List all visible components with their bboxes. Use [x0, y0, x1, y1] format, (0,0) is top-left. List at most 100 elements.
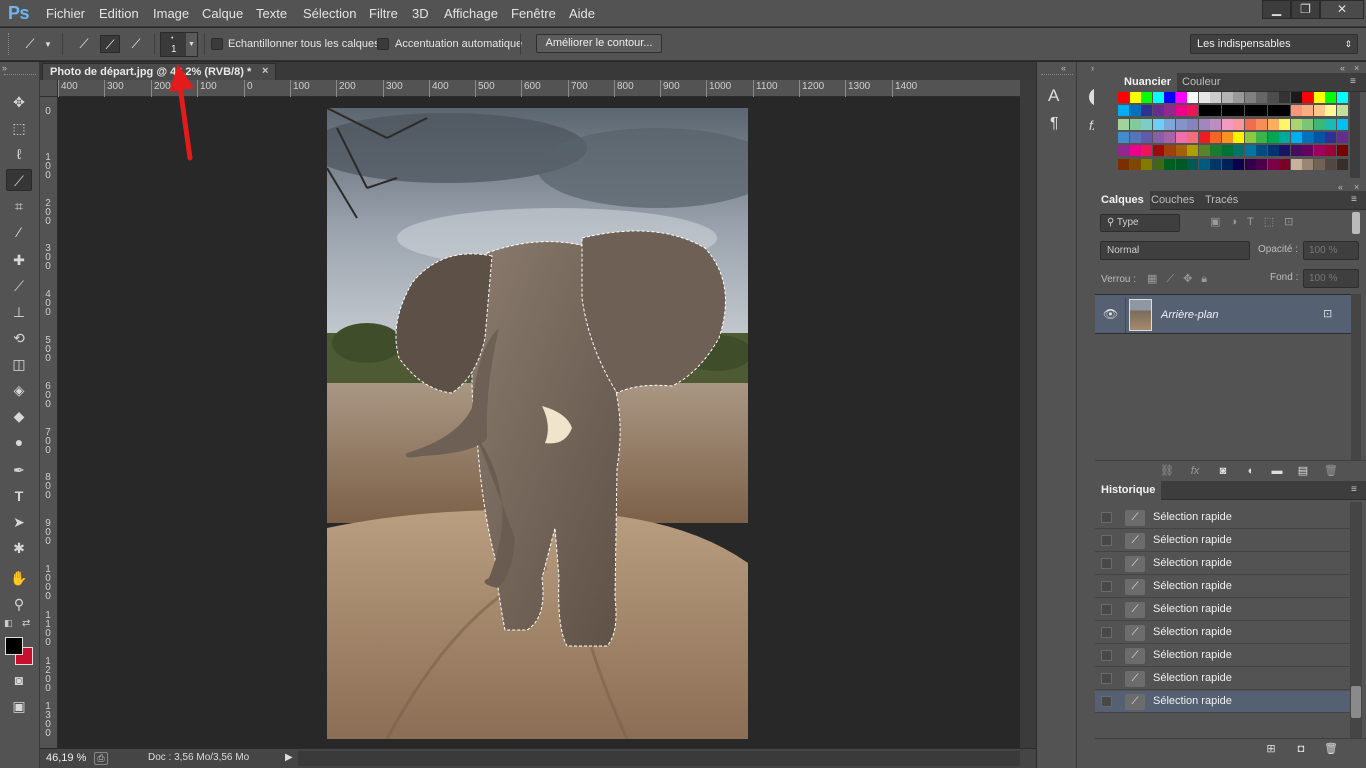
history-brush-tool-icon[interactable]: ⟲: [6, 327, 32, 349]
color-swatch[interactable]: [1313, 92, 1325, 103]
color-swatch[interactable]: [1290, 145, 1302, 157]
menu-selection[interactable]: Sélection: [303, 6, 356, 21]
color-swatch[interactable]: [1221, 145, 1233, 157]
eraser-tool-icon[interactable]: ◫: [6, 353, 32, 375]
close-tab-icon[interactable]: ×: [262, 65, 268, 77]
color-swatch[interactable]: [1175, 158, 1187, 170]
default-colors-icon[interactable]: ◧: [4, 618, 13, 629]
color-swatch[interactable]: [1233, 158, 1244, 170]
color-swatch[interactable]: [1210, 105, 1221, 117]
history-scroll-thumb[interactable]: [1351, 686, 1361, 718]
workspace-select[interactable]: Les indispensables ⇕: [1190, 34, 1358, 54]
color-swatch[interactable]: [1279, 145, 1290, 157]
color-swatch[interactable]: [1279, 105, 1290, 117]
marquee-tool-icon[interactable]: ⬚: [6, 117, 32, 139]
layers-scrollbar[interactable]: [1351, 294, 1361, 460]
history-row[interactable]: ⟋ Sélection rapide: [1095, 691, 1350, 713]
refine-edge-button[interactable]: Améliorer le contour...: [536, 34, 662, 53]
color-swatch[interactable]: [1187, 118, 1198, 130]
vertical-scrollbar[interactable]: [1020, 80, 1036, 748]
swatch-grid[interactable]: [1118, 92, 1348, 178]
menu-texte[interactable]: Texte: [256, 6, 287, 21]
color-swatch[interactable]: [1325, 105, 1336, 117]
layer-row[interactable]: 👁︎ Arrière-plan ⊡: [1095, 294, 1351, 334]
history-checkbox[interactable]: [1101, 581, 1112, 592]
color-swatch[interactable]: [1118, 158, 1129, 170]
menu-affichage[interactable]: Affichage: [444, 6, 498, 21]
color-swatch[interactable]: [1256, 131, 1267, 143]
color-swatch[interactable]: [1129, 145, 1141, 157]
menu-fenetre[interactable]: Fenêtre: [511, 6, 556, 21]
color-swatch[interactable]: [1290, 105, 1302, 117]
close-window-button[interactable]: ✕: [1320, 0, 1364, 19]
color-swatch[interactable]: [1118, 131, 1129, 143]
visibility-eye-icon[interactable]: 👁︎: [1103, 307, 1118, 321]
tab-traces[interactable]: Tracés: [1199, 191, 1244, 210]
color-swatch[interactable]: [1118, 92, 1129, 103]
color-swatch[interactable]: [1164, 105, 1175, 117]
sample-all-layers-checkbox[interactable]: [211, 38, 223, 50]
color-swatch[interactable]: [1302, 131, 1313, 143]
swatches-scrollbar[interactable]: [1350, 92, 1360, 178]
hand-tool-icon[interactable]: ✋: [6, 567, 32, 589]
foreground-color-swatch[interactable]: [5, 637, 23, 655]
menu-calque[interactable]: Calque: [202, 6, 243, 21]
color-swatch[interactable]: [1221, 118, 1233, 130]
menu-aide[interactable]: Aide: [569, 6, 595, 21]
color-swatch[interactable]: [1302, 158, 1313, 170]
color-swatch[interactable]: [1129, 158, 1141, 170]
collapse-dock-icon[interactable]: «: [1340, 63, 1345, 73]
preset-dropdown-arrow-icon[interactable]: ▼: [44, 40, 52, 49]
color-swatch[interactable]: [1336, 158, 1348, 170]
zoom-level[interactable]: 46,19 %: [46, 752, 86, 764]
color-swatch[interactable]: [1221, 92, 1233, 103]
crop-tool-icon[interactable]: ⌗: [6, 195, 32, 217]
brush-size-picker[interactable]: • 1 ▼: [160, 32, 198, 57]
color-swatch[interactable]: [1325, 118, 1336, 130]
blur-tool-icon[interactable]: ◆: [6, 405, 32, 427]
shape-tool-icon[interactable]: ✱: [6, 537, 32, 559]
quick-selection-tool-icon[interactable]: ⟋: [6, 169, 32, 191]
expand-panels-icon[interactable]: «: [1061, 63, 1066, 73]
ruler-origin[interactable]: [40, 80, 58, 97]
color-swatch[interactable]: [1152, 131, 1164, 143]
menu-image[interactable]: Image: [153, 6, 189, 21]
panel-menu-icon[interactable]: ≡: [1351, 194, 1357, 205]
document-tab[interactable]: Photo de départ.jpg @ 46,2% (RVB/8) * ×: [42, 63, 276, 80]
color-swatch[interactable]: [1290, 131, 1302, 143]
color-swatch[interactable]: [1175, 145, 1187, 157]
color-swatch[interactable]: [1290, 158, 1302, 170]
subtract-from-selection-brush-icon[interactable]: ⟋: [126, 35, 146, 53]
color-swatch[interactable]: [1141, 118, 1152, 130]
export-status-icon[interactable]: ⎙: [94, 752, 108, 765]
color-swatch[interactable]: [1152, 105, 1164, 117]
color-swatch[interactable]: [1244, 145, 1256, 157]
color-swatch[interactable]: [1313, 158, 1325, 170]
add-to-selection-brush-icon[interactable]: ⟋: [100, 35, 120, 53]
color-swatch[interactable]: [1244, 105, 1256, 117]
color-swatch[interactable]: [1256, 145, 1267, 157]
color-swatch[interactable]: [1244, 158, 1256, 170]
history-row[interactable]: ⟋ Sélection rapide: [1095, 645, 1350, 667]
tab-nuancier[interactable]: Nuancier: [1118, 73, 1178, 92]
brush-tool-icon[interactable]: ⟋: [6, 275, 32, 297]
color-swatch[interactable]: [1302, 92, 1313, 103]
history-checkbox[interactable]: [1101, 558, 1112, 569]
color-swatch[interactable]: [1118, 145, 1129, 157]
menu-edition[interactable]: Edition: [99, 6, 139, 21]
auto-enhance-checkbox[interactable]: [377, 38, 389, 50]
horizontal-scrollbar[interactable]: [298, 751, 1020, 766]
color-swatch[interactable]: [1267, 118, 1279, 130]
color-swatch[interactable]: [1175, 92, 1187, 103]
collapse-toolbar-icon[interactable]: »: [2, 63, 7, 73]
color-swatch[interactable]: [1267, 158, 1279, 170]
new-group-icon[interactable]: ▬: [1269, 463, 1285, 479]
color-swatch[interactable]: [1129, 118, 1141, 130]
color-swatch[interactable]: [1279, 118, 1290, 130]
color-swatch[interactable]: [1141, 145, 1152, 157]
layer-name[interactable]: Arrière-plan: [1161, 309, 1218, 321]
color-swatch[interactable]: [1118, 105, 1129, 117]
layer-style-icon[interactable]: fx: [1187, 463, 1203, 479]
color-swatch[interactable]: [1290, 118, 1302, 130]
color-swatch[interactable]: [1141, 105, 1152, 117]
